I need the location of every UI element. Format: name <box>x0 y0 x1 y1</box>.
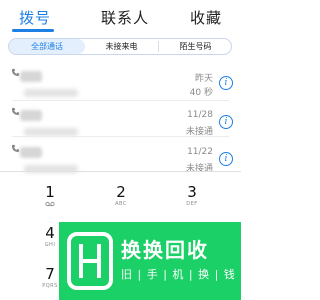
key-digit: 3 <box>187 183 197 201</box>
phone-icon <box>11 144 20 153</box>
tab-favorites[interactable]: 收藏 <box>190 7 222 28</box>
tab-contacts[interactable]: 联系人 <box>101 7 149 28</box>
dialpad-key-2[interactable]: 2 ABC <box>91 183 151 208</box>
call-details-info-button[interactable]: i <box>219 152 233 166</box>
call-time: 11/22 <box>187 147 213 157</box>
contact-name-redacted <box>20 71 42 82</box>
call-duration: 40 秒 <box>189 88 213 98</box>
phone-icon <box>11 107 20 116</box>
active-tab-indicator <box>12 29 54 32</box>
key-digit: 2 <box>116 183 126 201</box>
key-digit: 1 <box>45 183 55 201</box>
watermark-banner: 换换回收 旧 | 手 | 机 | 换 | 钱 <box>59 222 241 300</box>
row-divider <box>12 136 229 137</box>
key-letters: DEF <box>186 201 198 207</box>
call-time: 昨天 <box>194 74 213 84</box>
call-time: 11/28 <box>187 110 213 120</box>
call-log-row[interactable]: 昨天 40 秒 i <box>0 65 241 109</box>
info-icon: i <box>224 117 228 127</box>
key-letters: ABC <box>115 201 127 207</box>
call-details-info-button[interactable]: i <box>219 115 233 129</box>
dialpad-key-1[interactable]: 1 <box>20 183 80 207</box>
filter-all-calls[interactable]: 全部通话 <box>9 39 85 54</box>
call-details-info-button[interactable]: i <box>219 76 233 90</box>
watermark-subtitle: 旧 | 手 | 机 | 换 | 钱 <box>121 268 236 281</box>
call-details-redacted <box>24 128 78 136</box>
filter-unknown-numbers[interactable]: 陌生号码 <box>159 39 231 54</box>
dialpad-key-3[interactable]: 3 DEF <box>162 183 222 208</box>
contact-name-redacted <box>20 147 42 158</box>
filter-missed-calls[interactable]: 未接来电 <box>85 39 158 54</box>
call-details-redacted <box>24 89 78 97</box>
voicemail-icon <box>45 201 55 207</box>
watermark-title: 换换回收 <box>121 238 209 262</box>
tab-dial[interactable]: 拨号 <box>19 7 51 28</box>
call-filter-segmented-control: 全部通话 未接来电 陌生号码 <box>8 38 232 55</box>
info-icon: i <box>224 154 228 164</box>
row-divider <box>12 100 229 101</box>
info-icon: i <box>224 78 228 88</box>
top-tab-bar: 拨号 联系人 收藏 <box>0 0 241 34</box>
watermark-logo-icon <box>67 232 113 290</box>
contact-name-redacted <box>20 110 42 121</box>
call-status: 未接通 <box>185 164 213 174</box>
call-log-row[interactable]: 11/22 未接通 i <box>0 141 241 185</box>
call-log-bottom-border <box>0 171 241 172</box>
phone-icon <box>11 68 20 77</box>
